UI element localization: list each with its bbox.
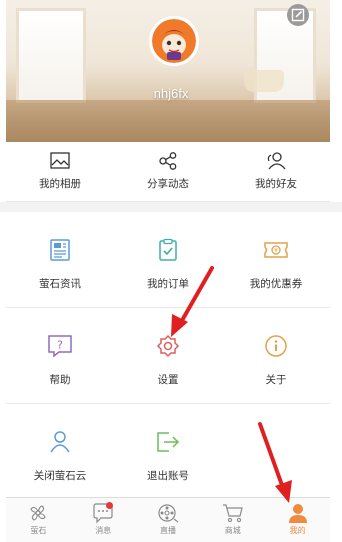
menu-row: 关闭萤石云 退出账号 [6, 404, 330, 500]
close-cloud-icon [50, 431, 70, 453]
user-icon [288, 504, 307, 523]
photo-album-icon [50, 152, 70, 169]
nav-item-label: 消息 [95, 526, 112, 535]
section-divider [0, 202, 342, 212]
svg-text:¥: ¥ [274, 248, 278, 255]
friends-icon [267, 152, 286, 170]
menu-grid: 萤石资讯 我的订单 ¥ 我的优惠券 ? 帮助 设置 关于 关闭萤石云 退出账号 [6, 212, 330, 500]
logout-icon [157, 432, 180, 452]
quick-item-label: 分享动态 [147, 178, 189, 190]
help-icon: ? [48, 335, 72, 358]
quick-item-share[interactable]: 分享动态 [114, 142, 222, 201]
menu-row: 萤石资讯 我的订单 ¥ 我的优惠券 [6, 212, 330, 308]
nav-item-label: 我的 [289, 526, 306, 535]
nav-item-label: 直播 [159, 526, 176, 535]
menu-item-settings[interactable]: 设置 [114, 308, 222, 403]
bottom-nav: 萤石 消息 直播 商城 我的 [6, 497, 330, 542]
username: nhj6fx [153, 86, 189, 101]
svg-text:?: ? [57, 339, 63, 352]
menu-item-help[interactable]: ? 帮助 [6, 308, 114, 403]
menu-item-orders[interactable]: 我的订单 [114, 212, 222, 307]
menu-item-label: 设置 [157, 374, 179, 386]
avatar[interactable] [149, 16, 199, 66]
quick-item-label: 我的好友 [255, 178, 297, 190]
background-sofa [6, 100, 330, 142]
share-icon [159, 152, 177, 170]
settings-icon [156, 334, 180, 358]
menu-item-empty [222, 404, 330, 500]
quick-item-friends[interactable]: 我的好友 [222, 142, 330, 201]
unread-badge [105, 502, 113, 509]
nav-item-mall[interactable]: 商城 [200, 498, 265, 542]
fan-icon [30, 505, 47, 521]
nav-item-live[interactable]: 直播 [136, 498, 201, 542]
nav-item-ezviz[interactable]: 萤石 [6, 498, 71, 542]
quick-item-album[interactable]: 我的相册 [6, 142, 114, 201]
about-icon [265, 335, 287, 357]
edit-icon [291, 8, 305, 22]
news-icon [50, 239, 70, 261]
menu-item-label: 萤石资讯 [39, 278, 81, 290]
quick-actions: 我的相册 分享动态 我的好友 [6, 142, 330, 202]
nav-item-label: 萤石 [30, 526, 47, 535]
edit-profile-button[interactable] [287, 4, 309, 26]
cart-icon [222, 504, 243, 523]
coupon-icon: ¥ [264, 242, 288, 258]
orders-icon [159, 238, 177, 261]
menu-item-news[interactable]: 萤石资讯 [6, 212, 114, 307]
menu-item-logout[interactable]: 退出账号 [114, 404, 222, 500]
menu-row: ? 帮助 设置 关于 [6, 308, 330, 404]
menu-item-about[interactable]: 关于 [222, 308, 330, 403]
nav-item-messages[interactable]: 消息 [71, 498, 136, 542]
live-icon [158, 504, 179, 523]
nav-item-mine[interactable]: 我的 [265, 498, 330, 542]
nav-item-label: 商城 [224, 526, 241, 535]
menu-item-label: 关于 [265, 374, 287, 386]
menu-item-label: 我的订单 [147, 278, 189, 290]
menu-item-label: 退出账号 [147, 470, 189, 482]
quick-item-label: 我的相册 [39, 178, 81, 190]
menu-item-label: 关闭萤石云 [33, 470, 87, 482]
menu-item-label: 我的优惠券 [249, 278, 303, 290]
menu-item-coupons[interactable]: ¥ 我的优惠券 [222, 212, 330, 307]
menu-item-close-cloud[interactable]: 关闭萤石云 [6, 404, 114, 500]
menu-item-label: 帮助 [49, 374, 71, 386]
